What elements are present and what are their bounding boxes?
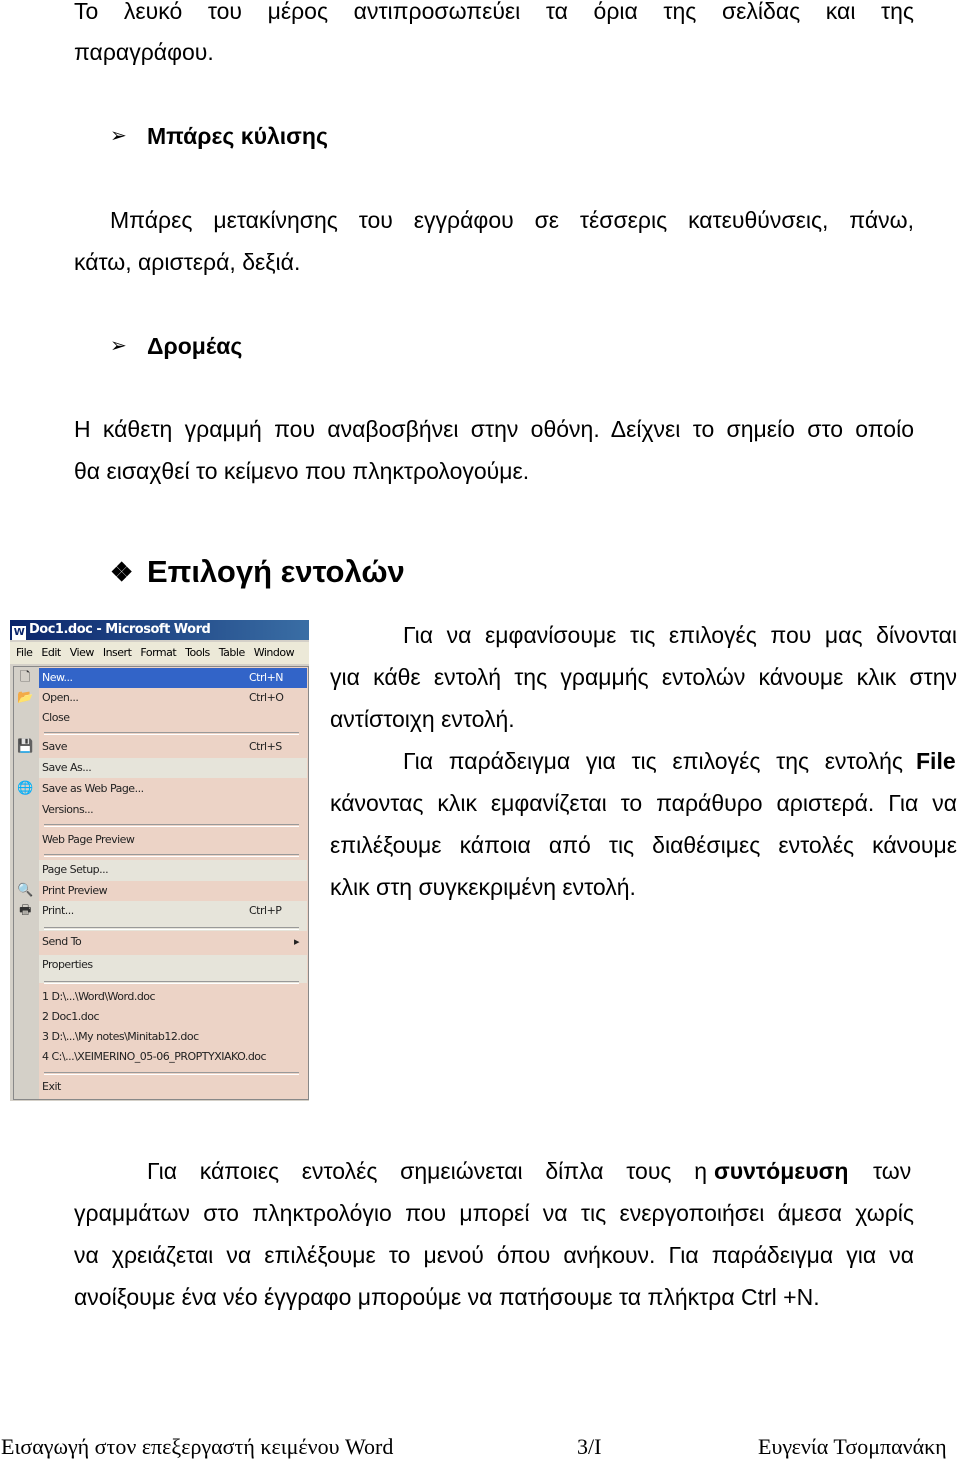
word-file-menu-screenshot: W Doc1.doc - Microsoft Word File Edit View I… xyxy=(10,620,309,1101)
body-text: κλικ στη συγκεκριμένη εντολή. xyxy=(330,874,636,900)
open-folder-icon: 📂 xyxy=(17,690,33,705)
body-text: για κάθε εντολή της γραμμής εντολών κάνο… xyxy=(330,664,957,690)
menu-item-new[interactable]: 🗋 New... Ctrl+N xyxy=(20,668,307,688)
submenu-arrow-icon: ▸ xyxy=(294,935,300,948)
document-page: Το λευκό του μέρος αντιπροσωπεύει τα όρι… xyxy=(0,0,960,1461)
diamond-bullet-icon: ❖ xyxy=(110,557,134,587)
menu-item-web-page-preview[interactable]: Web Page Preview xyxy=(39,830,307,850)
menu-item-send-to[interactable]: Send To ▸ xyxy=(39,932,307,954)
body-text: να χρειάζεται να επιλέξουμε το μενού όπο… xyxy=(74,1242,914,1268)
new-document-icon: 🗋 xyxy=(20,670,30,685)
body-text: Το λευκό του μέρος αντιπροσωπεύει τα όρι… xyxy=(74,0,914,24)
body-text: Για κάποιες εντολές σημειώνεται δίπλα το… xyxy=(147,1158,707,1184)
recent-file-2[interactable]: 2 Doc1.doc xyxy=(39,1007,307,1027)
menu-edit[interactable]: Edit xyxy=(41,646,61,659)
file-keyword: File xyxy=(916,748,956,774)
file-menu: 🗋 New... Ctrl+N 📂 Open... Ctrl+O Close 💾 Save… xyxy=(13,666,309,1100)
footer-author: Ευγενία Τσομπανάκη xyxy=(758,1434,947,1459)
menu-view[interactable]: View xyxy=(70,646,95,659)
word-app-icon: W xyxy=(12,626,26,640)
body-text: ανοίξουμε ένα νέο έγγραφο μπορούμε να πα… xyxy=(74,1284,820,1310)
subheading: Δρομέας xyxy=(147,333,243,359)
menu-insert[interactable]: Insert xyxy=(103,646,132,659)
arrow-bullet-icon: ➢ xyxy=(110,125,127,147)
recent-file-1[interactable]: 1 D:\...\Word\Word.doc xyxy=(39,987,307,1007)
recent-file-4[interactable]: 4 C:\...\XEIMERINO_05-06_PROPTYXIAKO.doc xyxy=(39,1047,307,1067)
body-text: γραμμάτων στο πληκτρολόγιο που μπορεί να… xyxy=(74,1200,914,1226)
arrow-bullet-icon: ➢ xyxy=(110,335,127,357)
page-number: 3/I xyxy=(577,1434,602,1459)
body-text: Για παράδειγμα για τις επιλογές της εντο… xyxy=(403,748,903,774)
menu-window[interactable]: Window xyxy=(254,646,295,659)
body-text: παραγράφου. xyxy=(74,39,214,65)
menu-table[interactable]: Table xyxy=(219,646,245,659)
title-bar: W Doc1.doc - Microsoft Word xyxy=(10,620,309,640)
menu-item-page-setup[interactable]: Page Setup... xyxy=(39,860,307,881)
body-text: Μπάρες μετακίνησης του εγγράφου σε τέσσε… xyxy=(110,207,914,233)
body-text: επιλέξουμε κάποια από τις διαθέσιμες εντ… xyxy=(330,832,957,858)
printer-icon: 🖶 xyxy=(19,903,31,918)
footer-title: Εισαγωγή στον επεξεργαστή κειμένου Word xyxy=(1,1434,394,1459)
recent-file-3[interactable]: 3 D:\...\My notes\Minitab12.doc xyxy=(39,1027,307,1047)
menu-item-print-preview[interactable]: 🔍 Print Preview xyxy=(17,881,307,901)
section-heading: Επιλογή εντολών xyxy=(147,554,405,589)
shortcut-keyword: συντόμευση xyxy=(714,1158,849,1184)
menu-item-versions[interactable]: Versions... xyxy=(39,800,307,820)
print-preview-icon: 🔍 xyxy=(17,883,33,898)
body-text: Η κάθετη γραμμή που αναβοσβήνει στην οθό… xyxy=(74,416,914,442)
body-text: κάνοντας κλικ εμφανίζεται το παράθυρο αρ… xyxy=(330,790,957,816)
save-disk-icon: 💾 xyxy=(17,739,33,754)
menu-item-save-as-web-page[interactable]: 🌐 Save as Web Page... xyxy=(17,779,307,799)
menu-item-exit[interactable]: Exit xyxy=(39,1077,307,1097)
menu-bar: File Edit View Insert Format Tools Table Window xyxy=(10,642,309,664)
menu-item-open[interactable]: 📂 Open... Ctrl+O xyxy=(17,688,307,708)
body-text: Για να εμφανίσουμε τις επιλογές που μας … xyxy=(403,622,957,648)
window-title: Doc1.doc - Microsoft Word xyxy=(29,622,211,637)
body-text: κάτω, αριστερά, δεξιά. xyxy=(74,249,301,275)
menu-item-close[interactable]: Close xyxy=(39,708,307,728)
menu-file[interactable]: File xyxy=(16,646,33,659)
menu-item-properties[interactable]: Properties xyxy=(39,955,307,983)
body-text: των xyxy=(873,1158,912,1184)
subheading: Μπάρες κύλισης xyxy=(147,123,328,149)
menu-format[interactable]: Format xyxy=(140,646,176,659)
web-page-icon: 🌐 xyxy=(17,781,33,796)
body-text: αντίστοιχη εντολή. xyxy=(330,706,515,732)
menu-item-save[interactable]: 💾 Save Ctrl+S xyxy=(17,737,307,757)
body-text: θα εισαχθεί το κείμενο που πληκτρολογούμ… xyxy=(74,458,530,484)
menu-tools[interactable]: Tools xyxy=(185,646,210,659)
menu-item-save-as[interactable]: Save As... xyxy=(39,758,307,778)
